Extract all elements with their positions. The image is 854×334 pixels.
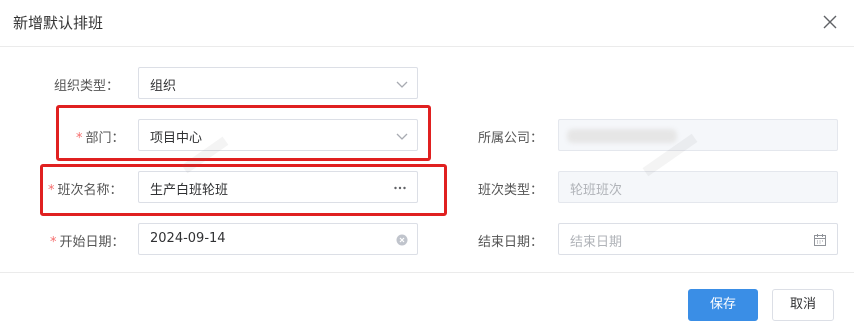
- org-type-select[interactable]: 组织: [138, 67, 418, 99]
- calendar-icon: [814, 234, 826, 246]
- chevron-down-icon: [396, 81, 408, 88]
- save-button[interactable]: 保存: [688, 289, 758, 321]
- company-value-blurred: [567, 129, 677, 143]
- required-mark: *: [50, 235, 57, 250]
- start-date-value: 2024-09-14: [150, 231, 226, 246]
- dialog-header: 新增默认排班: [0, 0, 854, 46]
- company-label: 所属公司：: [478, 131, 544, 146]
- footer-divider: [0, 272, 854, 273]
- start-date-picker[interactable]: 2024-09-14: [138, 223, 418, 255]
- header-divider: [0, 46, 854, 47]
- end-date-label: 结束日期：: [478, 235, 544, 250]
- org-type-label: 组织类型：: [54, 79, 120, 94]
- start-date-label: * 开始日期：: [50, 235, 125, 250]
- dialog: 新增默认排班 组织类型： 组织 *部门： 项目中心 所属公司： *班次名称：: [0, 0, 854, 334]
- close-icon[interactable]: [820, 12, 840, 32]
- department-highlight-box: [56, 105, 431, 161]
- shift-type-value: 轮班班次: [570, 183, 623, 198]
- dialog-title: 新增默认排班: [13, 14, 104, 32]
- shift-type-label: 班次类型：: [478, 183, 544, 198]
- shift-name-highlight-box: [40, 164, 447, 216]
- clear-icon[interactable]: [395, 233, 409, 247]
- shift-type-field: 轮班班次: [558, 171, 838, 203]
- cancel-button[interactable]: 取消: [772, 289, 834, 321]
- end-date-picker[interactable]: 结束日期: [558, 223, 838, 255]
- end-date-placeholder: 结束日期: [570, 235, 623, 250]
- org-type-value: 组织: [150, 79, 177, 94]
- company-field: [558, 119, 838, 151]
